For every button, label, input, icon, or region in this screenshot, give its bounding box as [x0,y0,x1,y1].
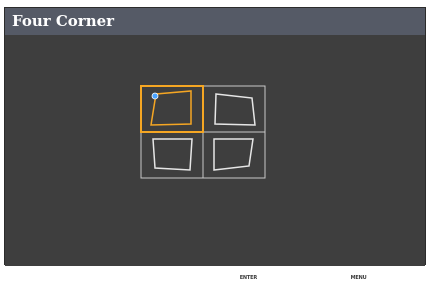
select-label: Select [68,269,120,287]
enter-hint: Enter ENTER [188,267,257,289]
enter-label: Enter [188,269,235,287]
exit-hint: Exit MENU [312,267,368,289]
four-corner-dialog: Four Corner Select Enter ENTER Exit MENU [4,7,426,287]
corner-grid [140,85,266,179]
up-down-arrows-icon [125,272,136,284]
dialog-title: Four Corner [5,8,425,35]
corner-cursor-icon [151,92,159,100]
select-hint: Select [68,267,137,289]
footer-hints: Select Enter ENTER Exit MENU [5,267,425,289]
menu-key-icon: MENU [350,273,368,283]
quad-bottom-right[interactable] [213,138,254,171]
enter-key-icon: ENTER [239,273,257,283]
corner-adjust-area: Select Enter ENTER Exit MENU [5,35,425,287]
exit-label: Exit [312,269,346,287]
quad-top-right[interactable] [214,93,256,126]
quad-bottom-left[interactable] [152,138,193,171]
